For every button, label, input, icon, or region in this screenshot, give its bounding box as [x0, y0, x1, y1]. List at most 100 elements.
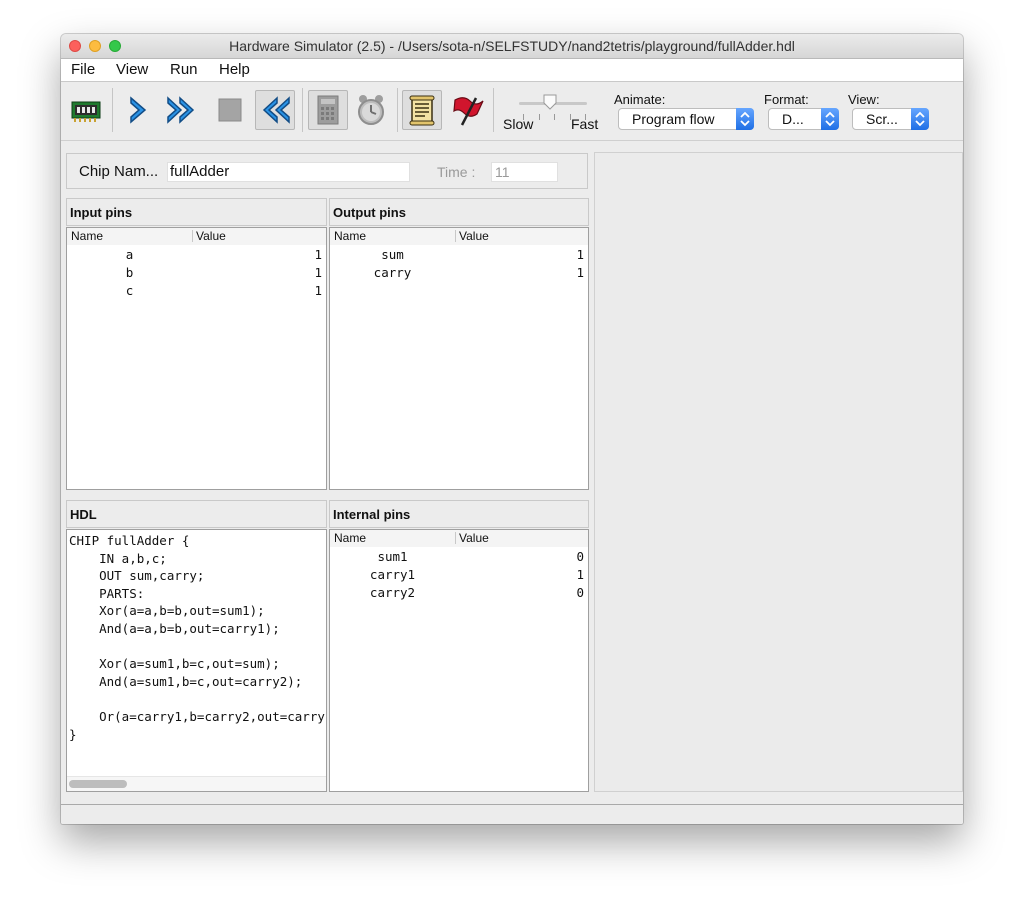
- internal-pins-title: Internal pins: [329, 500, 589, 528]
- table-row[interactable]: carry1 1: [330, 567, 588, 585]
- pin-name: carry2: [369, 585, 416, 600]
- script-icon: [409, 95, 435, 126]
- stop-icon: [218, 98, 242, 122]
- pin-value: 1: [576, 265, 584, 280]
- toolbar-separator: [302, 88, 303, 132]
- view-select-value: Scr...: [866, 111, 898, 127]
- table-row[interactable]: sum1 0: [330, 549, 588, 567]
- speed-fast-label: Fast: [571, 116, 599, 132]
- column-header-name[interactable]: Name: [67, 228, 192, 245]
- column-header-name[interactable]: Name: [330, 530, 455, 547]
- toolbar-separator: [112, 88, 113, 132]
- pin-value: 1: [576, 567, 584, 582]
- single-step-button[interactable]: [121, 92, 157, 128]
- reset-icon: [262, 96, 290, 124]
- column-header-value[interactable]: Value: [455, 530, 588, 547]
- hdl-code-view[interactable]: CHIP fullAdder { IN a,b,c; OUT sum,carry…: [66, 529, 327, 792]
- chip-load-icon: [71, 101, 101, 122]
- chevron-updown-icon: [821, 108, 839, 130]
- pin-name: sum: [381, 247, 404, 262]
- clock-icon: [358, 95, 384, 125]
- output-pins-panel: Output pins Name Value sum 1 carry 1: [329, 198, 589, 490]
- hdl-panel: HDL CHIP fullAdder { IN a,b,c; OUT sum,c…: [66, 500, 327, 792]
- output-pins-title: Output pins: [329, 198, 589, 226]
- toolbar: Slow Fast Animate: Program flow Format: …: [61, 82, 963, 141]
- table-row[interactable]: c 1: [67, 283, 326, 301]
- menu-help[interactable]: Help: [219, 61, 250, 78]
- animate-select-value: Program flow: [632, 111, 715, 127]
- internal-pins-table[interactable]: Name Value sum1 0 carry1 1 carry2 0: [329, 529, 589, 792]
- time-label: Time :: [437, 164, 476, 180]
- pin-name: a: [125, 247, 134, 262]
- chip-name-label: Chip Nam...: [79, 163, 159, 180]
- chevron-updown-icon: [911, 108, 929, 130]
- table-row[interactable]: sum 1: [330, 247, 588, 265]
- pin-value[interactable]: 1: [314, 247, 322, 262]
- script-button[interactable]: [402, 90, 442, 130]
- slider-tick: [539, 114, 540, 120]
- table-row[interactable]: carry2 0: [330, 585, 588, 603]
- column-divider: [192, 230, 193, 242]
- chevron-updown-icon: [736, 108, 754, 130]
- input-pins-table[interactable]: Name Value a 1 b 1 c 1: [66, 227, 327, 490]
- status-bar: [61, 804, 963, 824]
- pin-value: 1: [576, 247, 584, 262]
- format-label: Format:: [764, 92, 809, 107]
- output-pins-table[interactable]: Name Value sum 1 carry 1: [329, 227, 589, 490]
- table-row[interactable]: b 1: [67, 265, 326, 283]
- format-select-value: D...: [782, 111, 804, 127]
- column-header-value[interactable]: Value: [455, 228, 588, 245]
- chip-info-bar: Chip Nam... fullAdder Time : 11: [66, 153, 588, 189]
- scrollbar-thumb[interactable]: [69, 780, 127, 788]
- column-divider: [455, 230, 456, 242]
- input-pins-title: Input pins: [66, 198, 327, 226]
- calculator-button[interactable]: [308, 90, 348, 130]
- toolbar-separator: [493, 88, 494, 132]
- pin-name: carry1: [369, 567, 416, 582]
- column-header-value[interactable]: Value: [192, 228, 326, 245]
- menu-bar: File View Run Help: [61, 59, 963, 82]
- slider-tick: [554, 114, 555, 120]
- screen-workspace: [594, 152, 963, 792]
- slider-thumb[interactable]: [543, 94, 557, 110]
- time-field: 11: [491, 162, 558, 182]
- breakpoints-button[interactable]: [450, 92, 486, 128]
- simulator-window: Hardware Simulator (2.5) - /Users/sota-n…: [61, 34, 963, 824]
- pin-name: carry: [373, 265, 412, 280]
- hdl-title: HDL: [66, 500, 327, 528]
- internal-pins-panel: Internal pins Name Value sum1 0 carry1 1…: [329, 500, 589, 792]
- menu-run[interactable]: Run: [170, 61, 198, 78]
- stop-button[interactable]: [212, 92, 248, 128]
- pin-name: c: [125, 283, 134, 298]
- clock-button[interactable]: [353, 92, 389, 128]
- animate-select[interactable]: Program flow: [618, 108, 754, 130]
- table-row[interactable]: carry 1: [330, 265, 588, 283]
- toolbar-separator: [397, 88, 398, 132]
- column-divider: [455, 532, 456, 544]
- pin-value: 0: [576, 549, 584, 564]
- pin-name: b: [125, 265, 134, 280]
- pin-name: sum1: [377, 549, 408, 564]
- reset-button[interactable]: [255, 90, 295, 130]
- title-bar[interactable]: Hardware Simulator (2.5) - /Users/sota-n…: [61, 34, 963, 59]
- calculator-icon: [317, 95, 339, 125]
- window-title: Hardware Simulator (2.5) - /Users/sota-n…: [229, 38, 795, 54]
- load-chip-button[interactable]: [68, 92, 104, 128]
- column-header-name[interactable]: Name: [330, 228, 455, 245]
- table-row[interactable]: a 1: [67, 247, 326, 265]
- horizontal-scrollbar[interactable]: [67, 776, 326, 791]
- menu-file[interactable]: File: [71, 61, 95, 78]
- input-pins-panel: Input pins Name Value a 1 b 1 c 1: [66, 198, 327, 490]
- chip-name-field[interactable]: fullAdder: [167, 162, 410, 182]
- run-button[interactable]: [164, 92, 200, 128]
- animate-label: Animate:: [614, 92, 666, 107]
- chip-area: Chip Nam... fullAdder Time : 11 Input pi…: [65, 152, 590, 792]
- pin-value[interactable]: 1: [314, 283, 322, 298]
- menu-view[interactable]: View: [116, 61, 148, 78]
- view-select[interactable]: Scr...: [852, 108, 929, 130]
- single-step-icon: [130, 96, 147, 124]
- format-select[interactable]: D...: [768, 108, 839, 130]
- pin-value: 0: [576, 585, 584, 600]
- run-icon: [167, 96, 195, 124]
- pin-value[interactable]: 1: [314, 265, 322, 280]
